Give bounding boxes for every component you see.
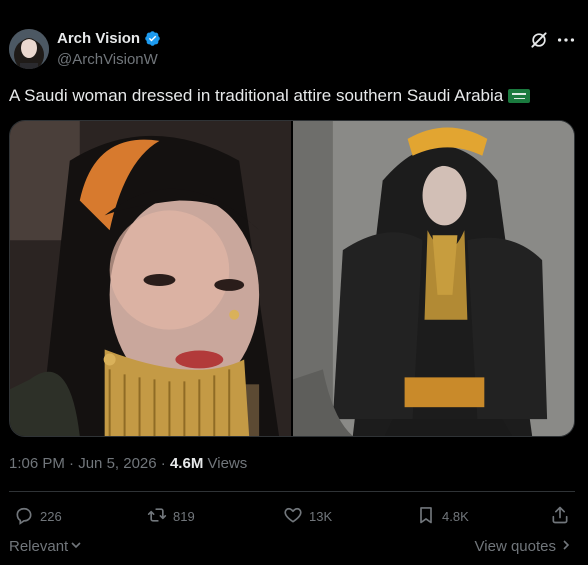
- repost-button[interactable]: 819: [147, 505, 195, 528]
- reply-count: 226: [40, 509, 62, 524]
- like-count: 13K: [309, 509, 333, 524]
- reply-button[interactable]: 226: [14, 505, 62, 528]
- bookmark-count: 4.8K: [442, 509, 469, 524]
- chevron-down-icon: [70, 538, 82, 555]
- author-name-row[interactable]: Arch Vision: [57, 30, 161, 47]
- action-bar: 226 819 13K 4.8K: [0, 505, 588, 527]
- post: Arch Vision @ArchVisionW A Saudi woman d…: [0, 0, 588, 565]
- view-quotes-label: View quotes: [474, 538, 556, 555]
- tweet-text: A Saudi woman dressed in traditional att…: [9, 86, 531, 106]
- grok-icon[interactable]: [529, 30, 549, 50]
- sort-relevant-dropdown[interactable]: Relevant: [9, 538, 82, 555]
- repost-count: 819: [173, 509, 195, 524]
- share-button[interactable]: [550, 505, 570, 528]
- sort-label: Relevant: [9, 538, 69, 555]
- tweet-body: A Saudi woman dressed in traditional att…: [9, 86, 504, 105]
- view-quotes-link[interactable]: View quotes: [475, 538, 572, 555]
- bookmark-button[interactable]: 4.8K: [416, 505, 469, 528]
- divider: [9, 491, 575, 492]
- repost-icon: [147, 505, 167, 528]
- saudi-flag-icon: [508, 89, 531, 103]
- like-button[interactable]: 13K: [283, 505, 332, 528]
- views-label: Views: [207, 455, 248, 472]
- chevron-right-icon: [560, 538, 572, 555]
- views-count: 4.6M: [169, 455, 204, 472]
- heart-icon: [283, 505, 303, 528]
- meta-separator-2: ·: [160, 455, 166, 472]
- reply-icon: [14, 505, 34, 528]
- verified-badge-icon: [144, 30, 161, 47]
- share-icon: [550, 505, 570, 528]
- author-handle[interactable]: @ArchVisionW: [57, 51, 158, 68]
- more-icon[interactable]: [555, 30, 577, 50]
- meta-separator: ·: [69, 455, 75, 472]
- tweet-meta: 1:06 PM · Jun 5, 2026 · 4.6M Views: [9, 455, 247, 472]
- display-name[interactable]: Arch Vision: [57, 30, 140, 47]
- media-grid: [9, 120, 575, 437]
- photo-1[interactable]: [10, 121, 291, 436]
- post-time[interactable]: 1:06 PM: [9, 455, 65, 472]
- photo-2[interactable]: [293, 121, 574, 436]
- post-date[interactable]: Jun 5, 2026: [78, 455, 156, 472]
- bookmark-icon: [416, 505, 436, 528]
- avatar[interactable]: [9, 29, 49, 69]
